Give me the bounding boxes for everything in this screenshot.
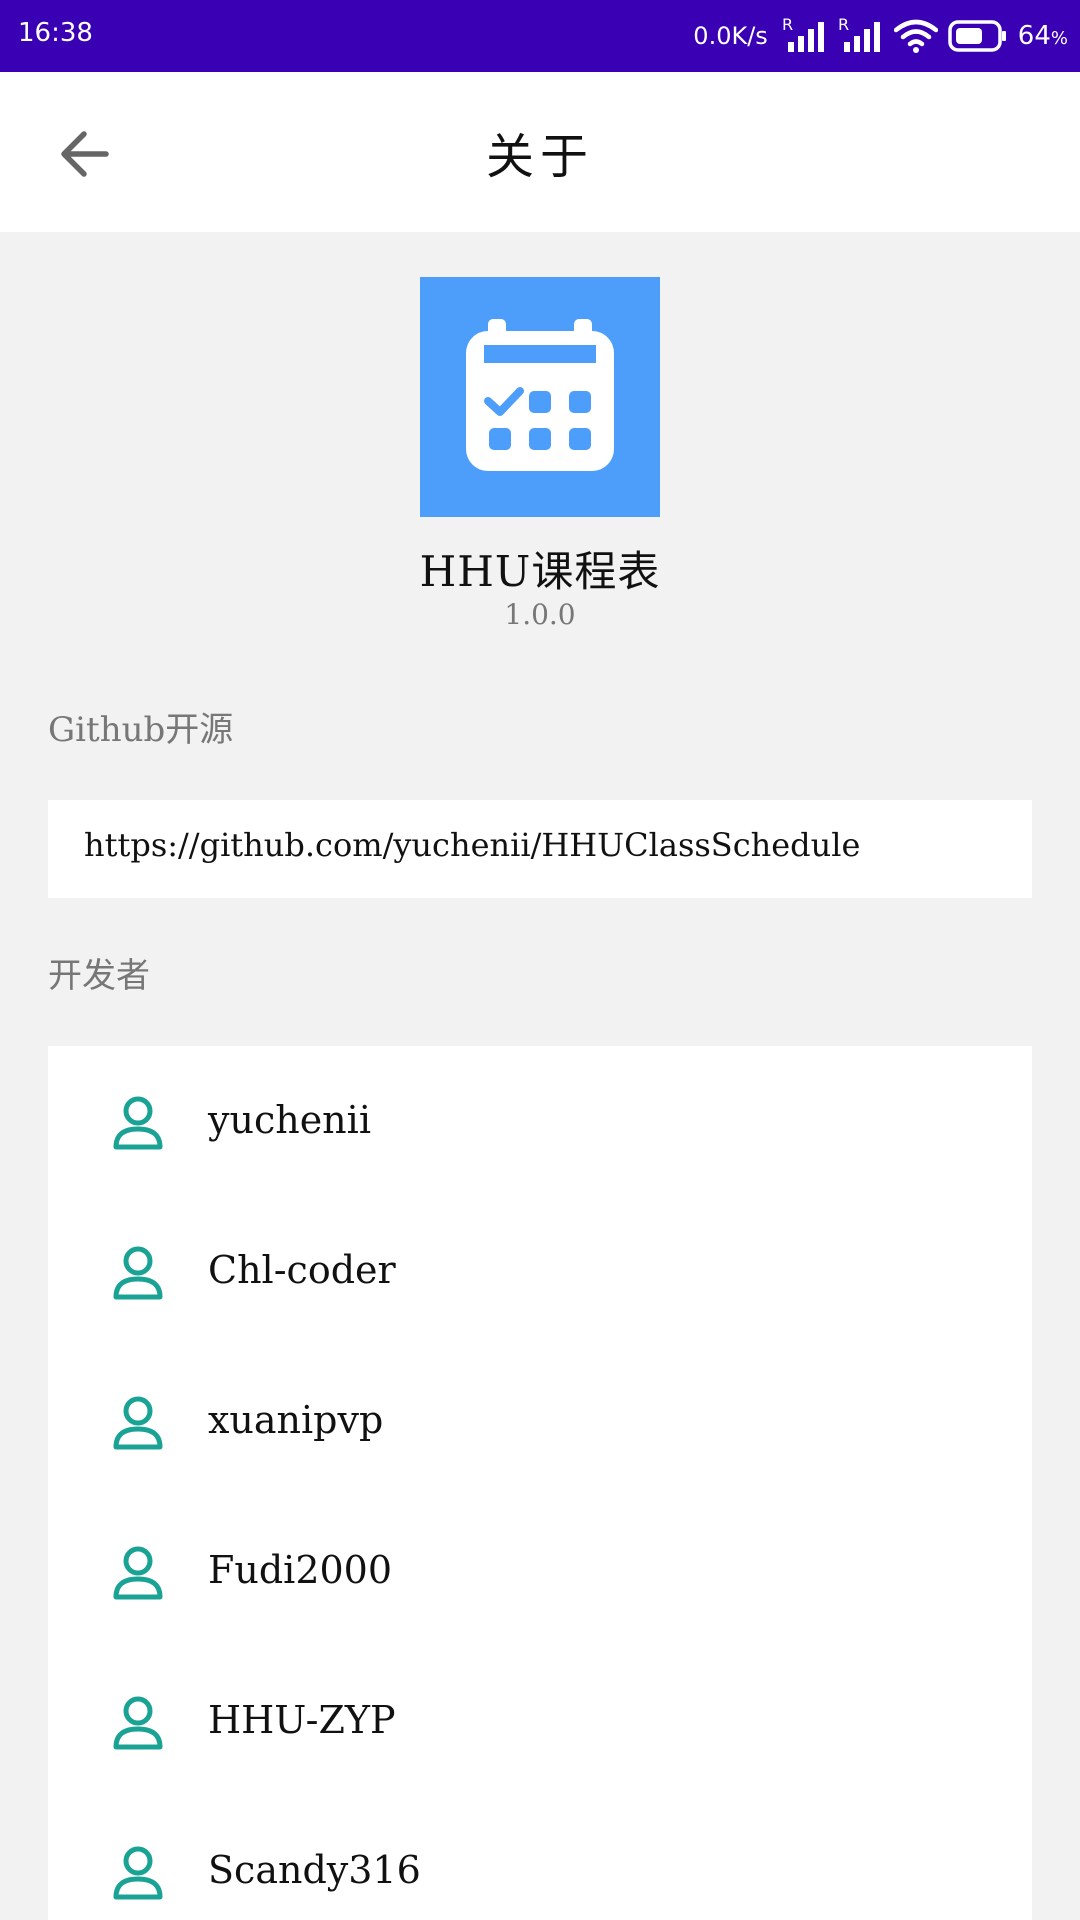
page-title: 关于 <box>485 129 594 185</box>
signal-icon-2: R <box>838 16 884 56</box>
calendar-icon <box>466 319 614 471</box>
developers-list: yuchenii Chl-coder xuanipvp Fudi2000 HHU… <box>48 1046 1032 1920</box>
person-icon <box>113 1096 163 1150</box>
github-url[interactable]: https://github.com/yuchenii/HHUClassSche… <box>84 826 860 864</box>
developer-item[interactable]: xuanipvp <box>48 1346 1032 1496</box>
developer-name: yuchenii <box>208 1098 371 1142</box>
status-bar: 16:38 0.0K/s R R 64% <box>0 0 1080 72</box>
person-icon <box>113 1246 163 1300</box>
person-icon <box>113 1846 163 1900</box>
svg-text:R: R <box>838 16 849 34</box>
svg-text:R: R <box>782 16 793 34</box>
signal-icon: R <box>782 16 828 56</box>
person-icon <box>113 1546 163 1600</box>
developer-name: HHU-ZYP <box>208 1698 396 1742</box>
github-link-card[interactable]: https://github.com/yuchenii/HHUClassSche… <box>48 800 1032 898</box>
wifi-icon <box>893 18 938 54</box>
developer-name: xuanipvp <box>208 1398 384 1442</box>
app-name: HHU课程表 <box>419 547 661 596</box>
developer-name: Scandy316 <box>208 1848 421 1892</box>
developer-name: Fudi2000 <box>208 1548 393 1592</box>
app-logo <box>420 277 660 517</box>
app-bar: 关于 <box>0 72 1080 232</box>
status-time: 16:38 <box>18 18 93 48</box>
app-version: 1.0.0 <box>504 598 576 631</box>
person-icon <box>113 1396 163 1450</box>
developers-section-label: 开发者 <box>48 956 150 996</box>
battery-icon <box>948 19 1008 53</box>
developer-item[interactable]: Chl-coder <box>48 1196 1032 1346</box>
developer-item[interactable]: Fudi2000 <box>48 1496 1032 1646</box>
developer-item[interactable]: yuchenii <box>48 1046 1032 1196</box>
developer-item[interactable]: HHU-ZYP <box>48 1646 1032 1796</box>
battery-percent: 64% <box>1017 21 1068 51</box>
developer-item[interactable]: Scandy316 <box>48 1796 1032 1920</box>
person-icon <box>113 1696 163 1750</box>
github-section-label: Github开源 <box>48 710 234 750</box>
network-speed: 0.0K/s <box>693 22 768 50</box>
developer-name: Chl-coder <box>208 1248 396 1292</box>
status-icons: 0.0K/s R R 64% <box>693 0 1068 72</box>
